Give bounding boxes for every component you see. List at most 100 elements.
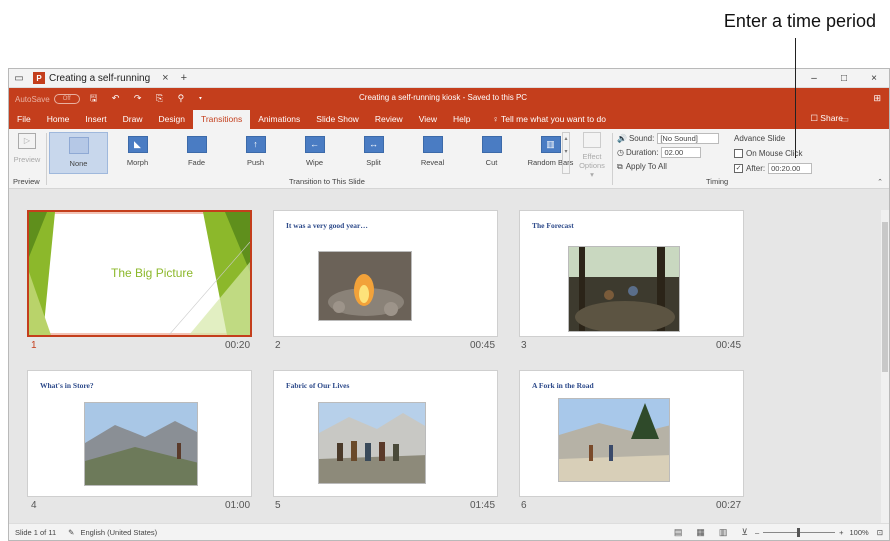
slide-thumbnail-6[interactable]: A Fork in the Road [519, 370, 744, 497]
gallery-scroll[interactable]: ▴ ▾ [562, 132, 570, 174]
effect-options-label: Effect Options ▾ [579, 152, 605, 179]
powerpoint-app-icon: P [33, 72, 45, 84]
tab-transitions[interactable]: Transitions [192, 110, 251, 129]
fit-to-window-icon[interactable]: ⊡ [877, 528, 883, 537]
document-title: Creating a self-running kiosk - Saved to… [359, 93, 528, 102]
zoom-level[interactable]: 100% [850, 528, 869, 537]
reveal-transition-icon [422, 136, 443, 153]
tab-help[interactable]: Help [445, 114, 478, 129]
transition-split[interactable]: ↔ Split [344, 132, 403, 174]
transition-push[interactable]: ↑ Push [226, 132, 285, 174]
callout-text: Enter a time period [723, 11, 876, 31]
effect-options-icon [583, 132, 601, 148]
quick-access-icons[interactable]: 🖫 ↶ ↷ ⎘ ⚲ ▾ [90, 91, 208, 107]
slide-thumbnail-3[interactable]: The Forecast [519, 210, 744, 337]
zoom-slider[interactable] [763, 527, 836, 537]
tab-file[interactable]: File [9, 114, 39, 129]
slide-thumbnail-2[interactable]: It was a very good year… [273, 210, 498, 337]
tab-draw[interactable]: Draw [115, 114, 151, 129]
after-checkbox[interactable]: ✓ [734, 164, 743, 173]
cut-transition-icon [481, 136, 502, 153]
reading-view-icon[interactable]: ▥ [719, 527, 728, 538]
minimize-button[interactable]: – [799, 73, 829, 84]
tell-me-search[interactable]: ♀ Tell me what you want to do [478, 114, 613, 129]
slide-thumbnail-1[interactable]: The Big Picture [27, 210, 252, 337]
transition-label: Reveal [420, 158, 445, 167]
new-tab-button[interactable]: + [175, 72, 193, 84]
advance-slide-group: Advance Slide On Mouse Click ✓ After: 00… [734, 132, 834, 177]
duration-field[interactable]: 02.00 [661, 147, 702, 158]
campfire-photo [318, 251, 412, 321]
slide-sorter-view-icon[interactable]: ▦ [696, 527, 705, 538]
autosave-toggle[interactable]: Off [53, 94, 80, 104]
sound-icon: 🔊 [617, 134, 627, 143]
wipe-transition-icon: ← [304, 136, 325, 153]
share-button[interactable]: ☐ Share [810, 113, 843, 124]
random-bars-transition-icon: ▥ [540, 136, 561, 153]
callout-annotation: Enter a time period [0, 0, 890, 68]
transition-label: Cut [485, 158, 498, 167]
transition-label: Wipe [305, 158, 324, 167]
comments-icon[interactable]: ▭ [840, 114, 849, 125]
transition-cut[interactable]: Cut [462, 132, 521, 174]
slide-duration: 00:45 [716, 340, 742, 351]
transition-random-bars[interactable]: ▥ Random Bars [521, 132, 580, 174]
slide-number: 4 [31, 500, 37, 511]
tab-insert[interactable]: Insert [77, 114, 114, 129]
morph-transition-icon: ◣ [127, 136, 148, 153]
transition-wipe[interactable]: ← Wipe [285, 132, 344, 174]
sound-dropdown[interactable]: [No Sound] [657, 133, 720, 144]
zoom-in-button[interactable]: + [839, 528, 843, 537]
after-time-field[interactable]: 00:20.00 [768, 163, 813, 174]
ribbon-display-options-icon[interactable]: ⊞ [873, 93, 881, 104]
transition-reveal[interactable]: Reveal [403, 132, 462, 174]
slide-number: 6 [521, 500, 527, 511]
vertical-scrollbar[interactable] [881, 210, 889, 525]
notes-edit-icon[interactable]: ✎ [68, 528, 74, 537]
zoom-out-button[interactable]: – [755, 528, 759, 537]
slide-show-view-icon[interactable]: ⊻ [741, 527, 748, 538]
slide-title: It was a very good year… [286, 221, 368, 230]
fork-in-road-photo [558, 398, 670, 482]
tab-view[interactable]: View [411, 114, 445, 129]
collapse-ribbon-icon[interactable]: ⌃ [877, 178, 883, 186]
slide-duration: 00:45 [470, 340, 496, 351]
normal-view-icon[interactable]: ▤ [674, 527, 683, 538]
transition-none[interactable]: None [49, 132, 108, 174]
on-mouse-click-checkbox[interactable] [734, 149, 743, 158]
transitions-ribbon: ▷ Preview Preview None ◣ Morph Fade ↑ Push… [9, 129, 889, 189]
maximize-button[interactable]: □ [829, 73, 859, 84]
transition-morph[interactable]: ◣ Morph [108, 132, 167, 174]
close-window-button[interactable]: × [859, 73, 889, 84]
slide-thumbnail-4[interactable]: What's in Store? [27, 370, 252, 497]
clock-icon: ◷ [617, 148, 624, 157]
tab-design[interactable]: Design [151, 114, 193, 129]
slide-duration: 00:27 [716, 500, 742, 511]
fade-transition-icon [186, 136, 207, 153]
close-tab-icon[interactable]: × [156, 72, 174, 84]
effect-options-button[interactable]: Effect Options ▾ [577, 132, 607, 179]
tab-review[interactable]: Review [367, 114, 411, 129]
apply-to-all-button[interactable]: Apply To All [626, 162, 667, 171]
document-tab[interactable]: Creating a self-running [49, 73, 156, 84]
zoom-slider-knob[interactable] [797, 527, 801, 537]
mountain-valley-photo [84, 402, 198, 486]
slide-duration: 01:45 [470, 500, 496, 511]
timing-group: 🔊 Sound: [No Sound] ◷ Duration: 02.00 ⧉ … [617, 132, 737, 174]
tab-home[interactable]: Home [39, 114, 78, 129]
window-tabs-icon[interactable]: ▭ [9, 73, 29, 84]
slide-title: The Big Picture [111, 266, 194, 280]
slide-thumbnail-5[interactable]: Fabric of Our Lives [273, 370, 498, 497]
slide-duration: 00:20 [225, 340, 251, 351]
transition-fade[interactable]: Fade [167, 132, 226, 174]
transition-label: Split [366, 158, 381, 167]
slide-number: 5 [275, 500, 281, 511]
tab-animations[interactable]: Animations [250, 114, 308, 129]
window-controls: – □ × [799, 73, 889, 84]
after-label: After: [746, 164, 766, 173]
language-indicator[interactable]: English (United States) [80, 528, 157, 537]
tab-slide-show[interactable]: Slide Show [308, 114, 367, 129]
sound-label: Sound: [628, 134, 655, 143]
scrollbar-thumb[interactable] [882, 222, 888, 372]
preview-button[interactable]: ▷ Preview [11, 133, 43, 164]
